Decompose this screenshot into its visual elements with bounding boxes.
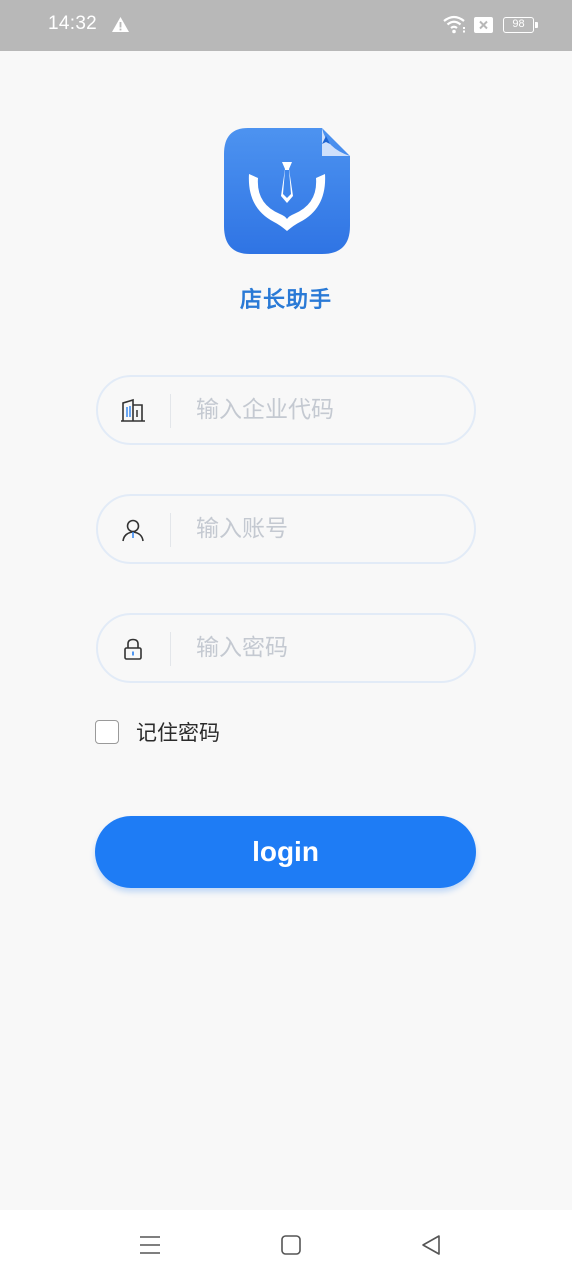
remember-password[interactable]: 记住密码 (95, 719, 220, 745)
company-code-input[interactable] (196, 377, 456, 443)
account-field[interactable] (96, 494, 476, 564)
company-code-field[interactable] (96, 375, 476, 445)
password-input[interactable] (196, 615, 456, 681)
battery-level: 98 (512, 18, 525, 30)
status-bar: 14:32 98 (0, 0, 572, 51)
user-icon (122, 519, 144, 542)
sim-x-icon (474, 17, 493, 33)
wifi-icon (443, 15, 465, 34)
login-button[interactable]: login (95, 816, 476, 888)
nav-bar (0, 1210, 572, 1280)
field-separator (170, 632, 171, 666)
field-separator (170, 513, 171, 547)
building-icon (121, 398, 145, 422)
remember-label: 记住密码 (136, 721, 220, 745)
app-name: 店长助手 (239, 288, 332, 313)
account-input[interactable] (196, 496, 456, 562)
login-screen: 14:32 98 店长助手 输入企业代码 输入账号 记住密码 login (0, 0, 572, 1280)
remember-checkbox[interactable] (95, 720, 119, 744)
back-triangle-icon[interactable] (418, 1232, 444, 1258)
menu-icon[interactable] (137, 1232, 163, 1258)
home-square-icon[interactable] (278, 1232, 304, 1258)
app-logo-icon (224, 128, 350, 254)
status-time: 14:32 (48, 13, 98, 34)
warning-icon (112, 17, 129, 32)
battery-icon: 98 (503, 17, 538, 33)
password-field[interactable] (96, 613, 476, 683)
field-separator (170, 394, 171, 428)
lock-icon (124, 638, 142, 660)
